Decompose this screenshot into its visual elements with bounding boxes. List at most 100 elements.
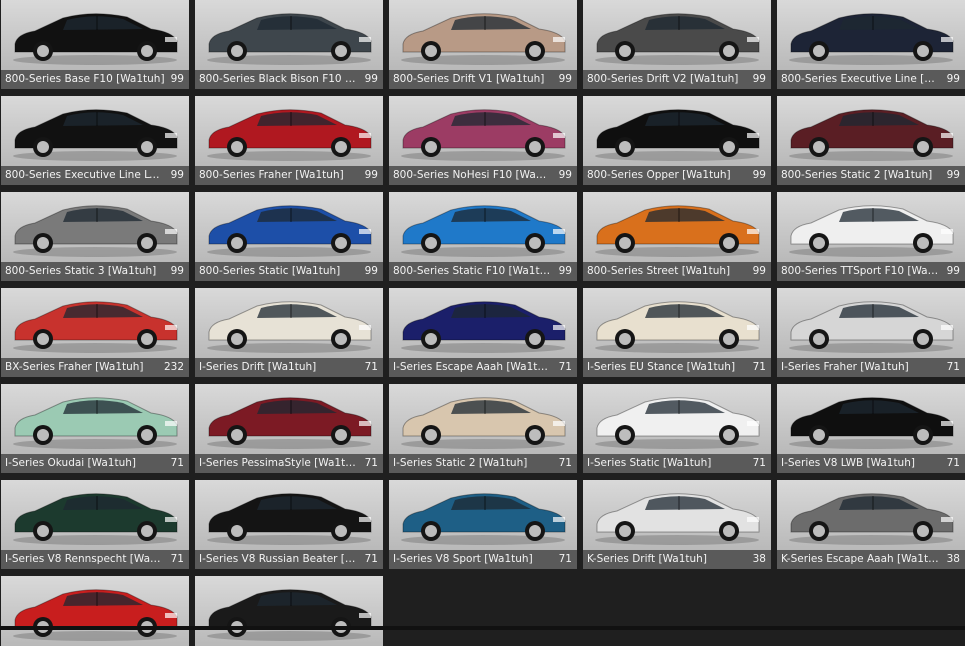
vehicle-name: 800-Series Executive Line LWB ... (5, 166, 171, 185)
car-thumbnail-icon (1, 96, 189, 166)
vehicle-tile[interactable]: 800-Series Drift V1 [Wa1tuh]99 (389, 0, 577, 89)
car-thumbnail-icon (195, 96, 383, 166)
vehicle-tile[interactable]: K-Series Escape Aaah [Wa1tuh ...38 (777, 480, 965, 569)
vehicle-count: 99 (753, 70, 766, 89)
vehicle-caption: 800-Series Static F10 [Wa1tuh]99 (389, 262, 577, 281)
vehicle-tile[interactable] (1, 576, 189, 646)
vehicle-tile[interactable]: I-Series Drift [Wa1tuh]71 (195, 288, 383, 377)
vehicle-tile[interactable]: 800-Series Black Bison F10 [Wa...99 (195, 0, 383, 89)
vehicle-name: 800-Series NoHesi F10 [Wa1tuh] (393, 166, 559, 185)
vehicle-count: 71 (559, 550, 572, 569)
vehicle-caption: I-Series V8 LWB [Wa1tuh]71 (777, 454, 965, 473)
vehicle-thumbnail (583, 96, 771, 166)
vehicle-count: 99 (559, 70, 572, 89)
vehicle-thumbnail (777, 384, 965, 454)
vehicle-tile[interactable]: 800-Series Static F10 [Wa1tuh]99 (389, 192, 577, 281)
vehicle-name: K-Series Escape Aaah [Wa1tuh ... (781, 550, 947, 569)
car-thumbnail-icon (1, 576, 189, 646)
vehicle-name: 800-Series TTSport F10 [Wa1tuh] (781, 262, 947, 281)
vehicle-tile[interactable]: 800-Series Opper [Wa1tuh]99 (583, 96, 771, 185)
vehicle-name: 800-Series Street [Wa1tuh] (587, 262, 736, 281)
vehicle-tile[interactable]: 800-Series Static 2 [Wa1tuh]99 (777, 96, 965, 185)
vehicle-tile[interactable]: 800-Series Base F10 [Wa1tuh]99 (1, 0, 189, 89)
car-thumbnail-icon (389, 480, 577, 550)
vehicle-caption: 800-Series Drift V2 [Wa1tuh] 99 (583, 70, 771, 89)
vehicle-tile[interactable]: 800-Series Street [Wa1tuh] 99 (583, 192, 771, 281)
car-thumbnail-icon (583, 384, 771, 454)
vehicle-caption: I-Series V8 Rennspecht [Wa1tuh]71 (1, 550, 189, 569)
vehicle-count: 99 (947, 70, 960, 89)
vehicle-count: 38 (753, 550, 766, 569)
vehicle-name: I-Series V8 Russian Beater [Wa... (199, 550, 365, 569)
vehicle-tile[interactable]: 800-Series Executive Line [Wa1...99 (777, 0, 965, 89)
vehicle-tile[interactable]: I-Series V8 Rennspecht [Wa1tuh]71 (1, 480, 189, 569)
vehicle-thumbnail (195, 576, 383, 646)
car-thumbnail-icon (389, 288, 577, 358)
vehicle-tile[interactable]: 800-Series NoHesi F10 [Wa1tuh]99 (389, 96, 577, 185)
vehicle-tile[interactable]: I-Series V8 LWB [Wa1tuh]71 (777, 384, 965, 473)
vehicle-tile[interactable]: BX-Series Fraher [Wa1tuh]232 (1, 288, 189, 377)
vehicle-thumbnail (777, 480, 965, 550)
vehicle-caption: 800-Series Opper [Wa1tuh]99 (583, 166, 771, 185)
vehicle-tile[interactable]: I-Series V8 Sport [Wa1tuh]71 (389, 480, 577, 569)
car-thumbnail-icon (389, 96, 577, 166)
vehicle-count: 99 (365, 166, 378, 185)
vehicle-thumbnail (583, 288, 771, 358)
vehicle-thumbnail (195, 96, 383, 166)
vehicle-tile[interactable]: I-Series Escape Aaah [Wa1tuh]71 (389, 288, 577, 377)
car-thumbnail-icon (1, 480, 189, 550)
vehicle-tile[interactable]: 800-Series Executive Line LWB ...99 (1, 96, 189, 185)
vehicle-count: 71 (753, 358, 766, 377)
vehicle-tile[interactable]: 800-Series Static [Wa1tuh]99 (195, 192, 383, 281)
vehicle-count: 99 (171, 166, 184, 185)
vehicle-name: 800-Series Base F10 [Wa1tuh] (5, 70, 171, 89)
vehicle-thumbnail (583, 480, 771, 550)
vehicle-name: 800-Series Static F10 [Wa1tuh] (393, 262, 559, 281)
vehicle-tile[interactable]: I-Series Fraher [Wa1tuh]71 (777, 288, 965, 377)
vehicle-thumbnail (583, 384, 771, 454)
vehicle-count: 99 (753, 166, 766, 185)
vehicle-name: 800-Series Fraher [Wa1tuh] (199, 166, 350, 185)
vehicle-count: 99 (753, 262, 766, 281)
vehicle-tile[interactable]: I-Series Static 2 [Wa1tuh]71 (389, 384, 577, 473)
vehicle-name: I-Series Static 2 [Wa1tuh] (393, 454, 533, 473)
vehicle-tile[interactable]: K-Series Drift [Wa1tuh]38 (583, 480, 771, 569)
bottom-bar (0, 626, 965, 630)
vehicle-count: 99 (559, 262, 572, 281)
vehicle-thumbnail (1, 384, 189, 454)
vehicle-caption: 800-Series Static [Wa1tuh]99 (195, 262, 383, 281)
vehicle-thumbnail (1, 0, 189, 70)
vehicle-name: I-Series EU Stance [Wa1tuh] (587, 358, 741, 377)
car-thumbnail-icon (583, 0, 771, 70)
vehicle-tile[interactable] (195, 576, 383, 646)
vehicle-thumbnail (583, 0, 771, 70)
vehicle-tile[interactable]: I-Series Static [Wa1tuh]71 (583, 384, 771, 473)
vehicle-tile[interactable]: 800-Series Static 3 [Wa1tuh]99 (1, 192, 189, 281)
car-thumbnail-icon (389, 192, 577, 262)
vehicle-name: 800-Series Static 2 [Wa1tuh] (781, 166, 938, 185)
vehicle-count: 99 (365, 262, 378, 281)
car-thumbnail-icon (1, 384, 189, 454)
vehicle-tile[interactable]: I-Series EU Stance [Wa1tuh] 71 (583, 288, 771, 377)
vehicle-caption: 800-Series Static 3 [Wa1tuh]99 (1, 262, 189, 281)
vehicle-thumbnail (389, 96, 577, 166)
vehicle-tile[interactable]: I-Series Okudai [Wa1tuh]71 (1, 384, 189, 473)
vehicle-tile[interactable]: I-Series PessimaStyle [Wa1tuh]71 (195, 384, 383, 473)
vehicle-tile[interactable]: 800-Series Fraher [Wa1tuh] 99 (195, 96, 383, 185)
vehicle-thumbnail (1, 96, 189, 166)
vehicle-caption: 800-Series Static 2 [Wa1tuh]99 (777, 166, 965, 185)
vehicle-tile[interactable]: 800-Series Drift V2 [Wa1tuh] 99 (583, 0, 771, 89)
vehicle-name: 800-Series Drift V2 [Wa1tuh] (587, 70, 744, 89)
vehicle-caption: I-Series Fraher [Wa1tuh]71 (777, 358, 965, 377)
vehicle-thumbnail (777, 0, 965, 70)
vehicle-caption: 800-Series NoHesi F10 [Wa1tuh]99 (389, 166, 577, 185)
car-thumbnail-icon (1, 288, 189, 358)
car-thumbnail-icon (777, 96, 965, 166)
vehicle-tile[interactable]: 800-Series TTSport F10 [Wa1tuh]99 (777, 192, 965, 281)
vehicle-name: I-Series V8 LWB [Wa1tuh] (781, 454, 921, 473)
vehicle-tile[interactable]: I-Series V8 Russian Beater [Wa...71 (195, 480, 383, 569)
vehicle-caption: K-Series Drift [Wa1tuh]38 (583, 550, 771, 569)
car-thumbnail-icon (195, 192, 383, 262)
vehicle-caption: 800-Series TTSport F10 [Wa1tuh]99 (777, 262, 965, 281)
vehicle-thumbnail (195, 0, 383, 70)
